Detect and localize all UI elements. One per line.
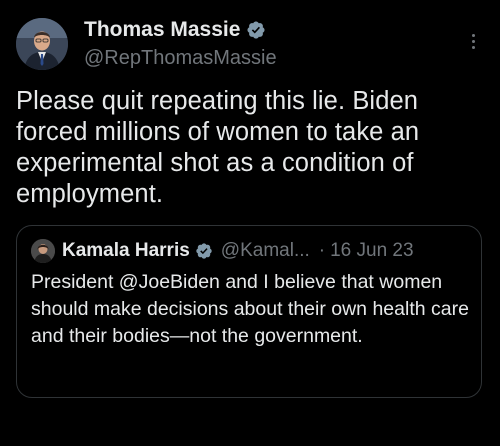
quoted-tweet[interactable]: Kamala Harris @Kamal... · 16 Jun 23 Pres… xyxy=(16,225,482,398)
quoted-author-name[interactable]: Kamala Harris xyxy=(62,240,190,262)
more-options-icon[interactable] xyxy=(464,28,482,54)
more-dot xyxy=(471,33,475,37)
quoted-author-avatar[interactable] xyxy=(31,239,55,263)
quoted-tweet-date[interactable]: 16 Jun 23 xyxy=(330,240,413,262)
tweet-text: Please quit repeating this lie. Biden fo… xyxy=(16,87,420,208)
quoted-tweet-header: Kamala Harris @Kamal... · 16 Jun 23 xyxy=(31,236,414,266)
quoted-author-avatar-image xyxy=(31,239,55,263)
author-avatar-image xyxy=(16,18,68,70)
verified-badge-icon xyxy=(247,21,265,39)
header-separator: · xyxy=(318,240,326,261)
more-dot xyxy=(471,39,475,43)
tweet-card: Thomas Massie @RepThomasMassie Please qu… xyxy=(0,0,500,446)
verified-badge-icon xyxy=(196,243,212,259)
author-avatar[interactable] xyxy=(16,18,68,70)
more-dot xyxy=(471,45,475,49)
quoted-tweet-text: President @JoeBiden and I believe that w… xyxy=(31,271,469,347)
quoted-author-handle[interactable]: @Kamal... xyxy=(221,240,310,262)
author-name-row[interactable]: Thomas Massie xyxy=(84,18,266,42)
author-handle[interactable]: @RepThomasMassie xyxy=(84,47,277,70)
author-name[interactable]: Thomas Massie xyxy=(84,18,240,42)
